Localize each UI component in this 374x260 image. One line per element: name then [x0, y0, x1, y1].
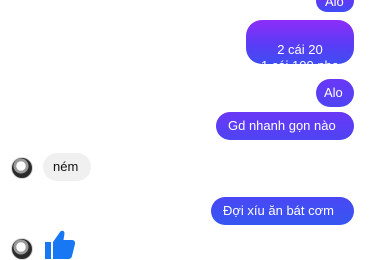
message-bubble-outgoing[interactable]: Alo: [316, 79, 354, 107]
message-text: Alo: [324, 85, 343, 100]
message-text: ném: [53, 159, 79, 174]
message-bubble-outgoing[interactable]: Đợi xíu ăn bát cơm: [211, 197, 354, 225]
message-text: Gd nhanh gọn nào: [228, 118, 336, 133]
message-text: Đợi xíu ăn bát cơm: [223, 203, 334, 218]
message-bubble-outgoing[interactable]: Alo: [316, 0, 354, 12]
message-text: Alo: [325, 0, 344, 9]
message-bubble-incoming[interactable]: ném: [43, 153, 91, 181]
message-text: 2 cái 20 1 cái 100 nha: [260, 42, 340, 73]
contact-avatar[interactable]: [11, 157, 33, 179]
thumbs-up-icon[interactable]: [42, 229, 76, 259]
message-bubble-outgoing[interactable]: 2 cái 20 1 cái 100 nha: [246, 20, 354, 73]
message-bubble-outgoing[interactable]: Gd nhanh gọn nào: [216, 112, 354, 140]
chat-thread: Alo 2 cái 20 1 cái 100 nha Alo Gd nhanh …: [0, 0, 374, 260]
